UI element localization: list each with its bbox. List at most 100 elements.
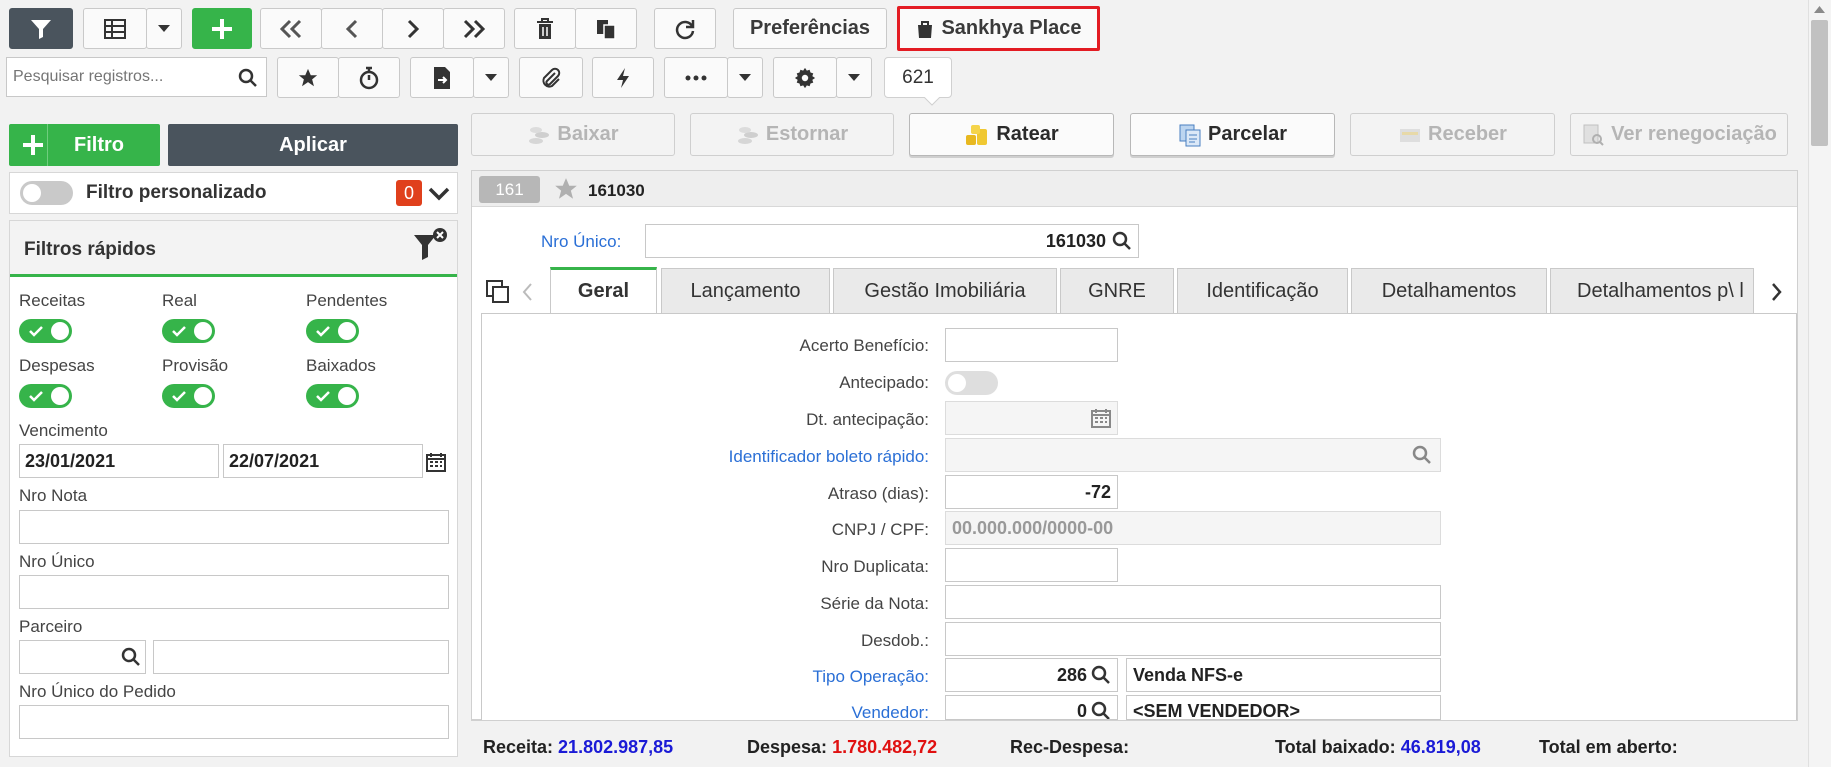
copy-icon: [597, 19, 616, 40]
delete-button[interactable]: [514, 8, 576, 49]
calendar-icon[interactable]: [426, 452, 446, 472]
calendar-icon[interactable]: [1091, 408, 1111, 428]
tab-gestao-imobiliaria[interactable]: Gestão Imobiliária: [833, 268, 1057, 313]
cnpj-cpf-placeholder: 00.000.000/0000-00: [952, 518, 1114, 538]
tab-lancamento[interactable]: Lançamento: [661, 268, 830, 313]
lightning-icon: [617, 67, 629, 88]
grid-view-button[interactable]: [83, 8, 147, 49]
first-record-button[interactable]: [260, 8, 322, 49]
next-record-button[interactable]: [382, 8, 444, 49]
toggle-baixados[interactable]: [306, 384, 359, 408]
duplicate-button[interactable]: [575, 8, 637, 49]
search-icon[interactable]: [1091, 665, 1111, 685]
search-icon[interactable]: [1412, 445, 1432, 465]
identificador-boleto-field[interactable]: [945, 438, 1441, 472]
desdob-field[interactable]: [945, 622, 1441, 656]
atraso-field[interactable]: -72: [945, 475, 1118, 509]
add-button[interactable]: [192, 8, 252, 49]
parcelar-button[interactable]: Parcelar: [1130, 113, 1335, 156]
add-filter-button[interactable]: Filtro: [9, 124, 160, 166]
export-dropdown[interactable]: [473, 57, 509, 98]
vendedor-desc-field[interactable]: <SEM VENDEDOR>: [1126, 695, 1441, 720]
timer-button[interactable]: [338, 57, 400, 98]
stopwatch-icon: [359, 66, 379, 89]
toggle-pendentes[interactable]: [306, 319, 359, 343]
nro-duplicata-field[interactable]: [945, 548, 1118, 582]
preferences-button[interactable]: Preferências: [733, 8, 887, 49]
check-icon: [316, 326, 330, 337]
toggle-provisao[interactable]: [162, 384, 215, 408]
estornar-label: Estornar: [765, 123, 849, 145]
acerto-beneficio-field[interactable]: [945, 328, 1118, 362]
apply-filter-button[interactable]: Aplicar: [168, 124, 458, 166]
serie-nota-field[interactable]: [945, 585, 1441, 619]
tab-detalhamentos[interactable]: Detalhamentos: [1351, 268, 1547, 313]
chevron-right-icon[interactable]: [1771, 282, 1783, 302]
page-scrollbar-thumb[interactable]: [1811, 20, 1828, 146]
estornar-button[interactable]: Estornar: [690, 113, 894, 156]
chevron-down-icon[interactable]: [428, 187, 450, 201]
export-button[interactable]: [410, 57, 474, 98]
record-header: [472, 171, 1797, 207]
toggle-label-pendentes: Pendentes: [306, 291, 388, 310]
search-icon[interactable]: [1091, 701, 1111, 720]
tipo-operacao-code-field[interactable]: 286: [945, 658, 1118, 692]
toggle-receitas[interactable]: [19, 319, 72, 343]
receita-label: Receita:: [483, 737, 554, 757]
custom-filter-toggle[interactable]: [20, 181, 73, 205]
last-record-button[interactable]: [443, 8, 505, 49]
settings-button[interactable]: [773, 57, 837, 98]
tab-identificacao[interactable]: Identificação: [1177, 268, 1348, 313]
tab-gnre[interactable]: GNRE: [1060, 268, 1174, 313]
search-icon[interactable]: [121, 647, 141, 667]
date-to-value: 22/07/2021: [229, 451, 320, 471]
actions-button[interactable]: [592, 57, 654, 98]
search-icon[interactable]: [238, 68, 258, 88]
filter-plus-divider: [47, 124, 48, 166]
chevron-left-icon[interactable]: [521, 282, 533, 302]
despesa-value: 1.780.482,72: [832, 737, 938, 757]
more-options-button[interactable]: [664, 57, 728, 98]
atraso-label: Atraso (dias):: [827, 484, 929, 503]
vendedor-code-field[interactable]: 0: [945, 695, 1118, 720]
parceiro-code-field[interactable]: [19, 640, 146, 674]
toggle-despesas[interactable]: [19, 384, 72, 408]
attachments-button[interactable]: [519, 57, 583, 98]
date-to-field[interactable]: 22/07/2021: [223, 444, 423, 478]
cnpj-cpf-field[interactable]: 00.000.000/0000-00: [945, 511, 1441, 545]
favorite-star-icon[interactable]: [553, 176, 579, 202]
clear-filter-icon[interactable]: [412, 227, 448, 263]
tipo-operacao-code: 286: [1056, 665, 1087, 685]
previous-record-button[interactable]: [321, 8, 383, 49]
date-from-field[interactable]: 23/01/2021: [19, 444, 219, 478]
scroll-up-icon[interactable]: [1814, 6, 1825, 13]
parceiro-name-field[interactable]: [153, 640, 449, 674]
nro-unico-pedido-field[interactable]: [19, 705, 449, 739]
grid-view-dropdown[interactable]: [146, 8, 182, 49]
antecipado-toggle[interactable]: [945, 371, 998, 395]
settings-dropdown[interactable]: [836, 57, 872, 98]
favorites-button[interactable]: [277, 57, 339, 98]
tipo-operacao-desc-field[interactable]: Venda NFS-e: [1126, 658, 1441, 692]
search-icon[interactable]: [1112, 231, 1132, 251]
funnel-icon: [31, 19, 51, 39]
toggle-real[interactable]: [162, 319, 215, 343]
receber-button[interactable]: Receber: [1350, 113, 1555, 156]
search-input[interactable]: [11, 64, 233, 90]
dt-antecipacao-field[interactable]: [945, 401, 1118, 435]
ratear-button[interactable]: Ratear: [909, 113, 1114, 156]
nro-unico-field[interactable]: 161030: [645, 224, 1139, 258]
paperclip-icon: [542, 67, 561, 88]
more-options-dropdown[interactable]: [727, 57, 763, 98]
copy-tabs-icon[interactable]: [485, 279, 511, 305]
sankhya-place-button[interactable]: Sankhya Place: [897, 6, 1100, 51]
nro-unico-filter-field[interactable]: [19, 575, 449, 609]
tab-geral[interactable]: Geral: [550, 267, 657, 313]
baixar-button[interactable]: Baixar: [471, 113, 675, 156]
tab-detalhamentos-p[interactable]: Detalhamentos p\ l: [1550, 268, 1754, 313]
filter-toggle-button[interactable]: [9, 8, 73, 49]
refresh-button[interactable]: [654, 8, 716, 49]
ver-renegociacao-button[interactable]: Ver renegociação: [1570, 113, 1788, 156]
check-icon: [172, 391, 186, 402]
nro-nota-field[interactable]: [19, 510, 449, 544]
